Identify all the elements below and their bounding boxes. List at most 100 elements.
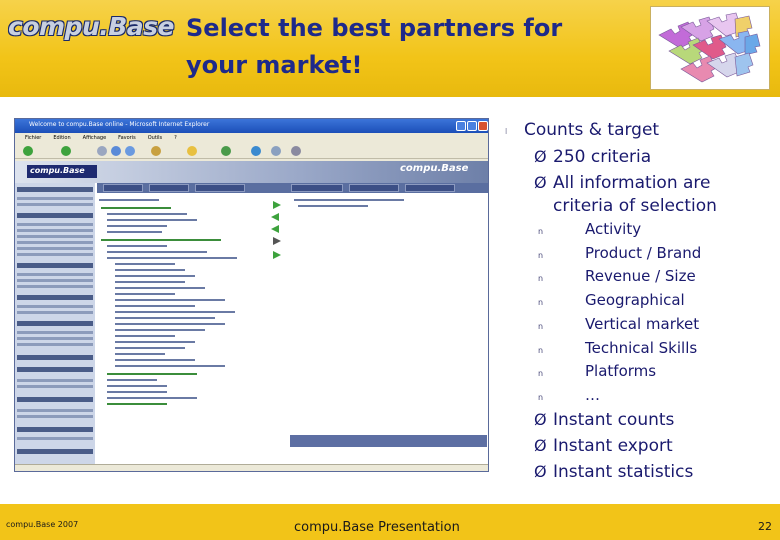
nav-row [17, 253, 93, 256]
tree-row [107, 245, 167, 247]
arrow-icon: Ø [534, 410, 547, 429]
sub-bullet-text: … [585, 386, 600, 404]
tree-row [115, 317, 215, 319]
search-icon [151, 146, 161, 156]
nav-heading [17, 367, 93, 372]
sub-bullet-text: Vertical market [585, 315, 700, 333]
window-controls [456, 121, 488, 131]
sub-bullet-marker: n [538, 369, 544, 378]
nav-heading [17, 213, 93, 218]
tree-row [115, 299, 225, 301]
slide-title-line-1: Select the best partners for [186, 14, 563, 42]
nav-row [17, 223, 93, 226]
web-page-logo: compu.Base [27, 165, 97, 178]
web-left-nav [15, 183, 95, 465]
nav-row [17, 229, 93, 232]
web-tab [103, 184, 143, 192]
tree-row [107, 391, 167, 393]
sub-bullet-marker: n [538, 322, 544, 331]
tree-row [115, 347, 185, 349]
back-icon [23, 146, 33, 156]
nav-row [17, 379, 93, 382]
web-tab [149, 184, 189, 192]
tree-row [107, 403, 167, 405]
tree-row [115, 263, 175, 265]
add-arrow-icon [273, 251, 281, 259]
browser-screenshot: Welcome to compu.Base online - Microsoft… [14, 118, 489, 472]
arrow-icon: Ø [534, 147, 547, 166]
tree-row [115, 353, 165, 355]
nav-row [17, 311, 93, 314]
nav-row [17, 343, 93, 346]
footer-band: compu.Base 2007 compu.Base Presentation … [0, 504, 780, 540]
criteria-tree-panel [97, 195, 267, 447]
minimize-icon [456, 121, 466, 131]
nav-heading [17, 397, 93, 402]
menu-item: Edition [53, 135, 71, 141]
footer-title: compu.Base Presentation [294, 520, 460, 535]
web-tab [405, 184, 455, 192]
window-menubar: Fichier Edition Affichage Favoris Outils… [15, 133, 488, 143]
web-tab [349, 184, 399, 192]
tree-row [107, 219, 197, 221]
puzzle-pieces-icon [658, 12, 761, 83]
tree-row [115, 329, 205, 331]
nav-row [17, 273, 93, 276]
nav-heading [17, 295, 93, 300]
remove-arrow-icon [271, 213, 279, 221]
nav-row [17, 241, 93, 244]
stop-icon [97, 146, 107, 156]
selection-row [294, 199, 404, 201]
nav-row [17, 385, 93, 388]
nav-heading [17, 427, 93, 432]
refresh-icon [111, 146, 121, 156]
menu-item: Outils [147, 135, 163, 141]
sub-bullet-marker: n [538, 393, 544, 402]
nav-row [17, 279, 93, 282]
browser-toolbar [15, 143, 488, 159]
add-arrow-icon [273, 201, 281, 209]
sub-bullet-text: Geographical [585, 291, 685, 309]
tree-row [107, 231, 162, 233]
menu-item: Affichage [82, 135, 107, 141]
menu-item: Fichier [25, 135, 42, 141]
close-icon [478, 121, 488, 131]
sub-bullet-marker: n [538, 274, 544, 283]
arrow-icon: Ø [534, 462, 547, 481]
tree-row [107, 397, 197, 399]
tree-row [107, 385, 167, 387]
sub-bullet-text: Platforms [585, 362, 657, 380]
arrow-icon: Ø [534, 173, 547, 192]
maximize-icon [467, 121, 477, 131]
tree-row [115, 269, 185, 271]
tree-row [115, 287, 205, 289]
nav-row [17, 415, 93, 418]
window-title: Welcome to compu.Base online - Microsoft… [29, 121, 210, 128]
window-titlebar: Welcome to compu.Base online - Microsoft… [15, 119, 488, 133]
tree-row [101, 207, 171, 209]
tree-row [107, 251, 207, 253]
tree-row [115, 335, 175, 337]
web-page-logo-right: compu.Base [400, 163, 469, 174]
arrow-icon: Ø [534, 436, 547, 455]
sub-bullet-marker: n [538, 251, 544, 260]
sub-bullet-text: Technical Skills [585, 339, 698, 357]
nav-row [17, 247, 93, 250]
nav-row [17, 197, 93, 200]
tree-row [107, 379, 157, 381]
footer-copyright: compu.Base 2007 [6, 520, 79, 529]
nav-row [17, 305, 93, 308]
nav-heading [17, 187, 93, 192]
nav-row [17, 409, 93, 412]
bullet-item-text: All information are [553, 173, 711, 193]
web-tab-bar [97, 183, 488, 193]
sub-bullet-text: Product / Brand [585, 244, 702, 262]
tree-row [115, 359, 195, 361]
remove-arrow-icon [271, 225, 279, 233]
menu-item: Favoris [118, 135, 136, 141]
sub-bullet-text: Revenue / Size [585, 267, 696, 285]
home-icon [125, 146, 135, 156]
tree-row [107, 225, 167, 227]
browser-statusbar [15, 464, 488, 471]
tree-row [115, 305, 195, 307]
